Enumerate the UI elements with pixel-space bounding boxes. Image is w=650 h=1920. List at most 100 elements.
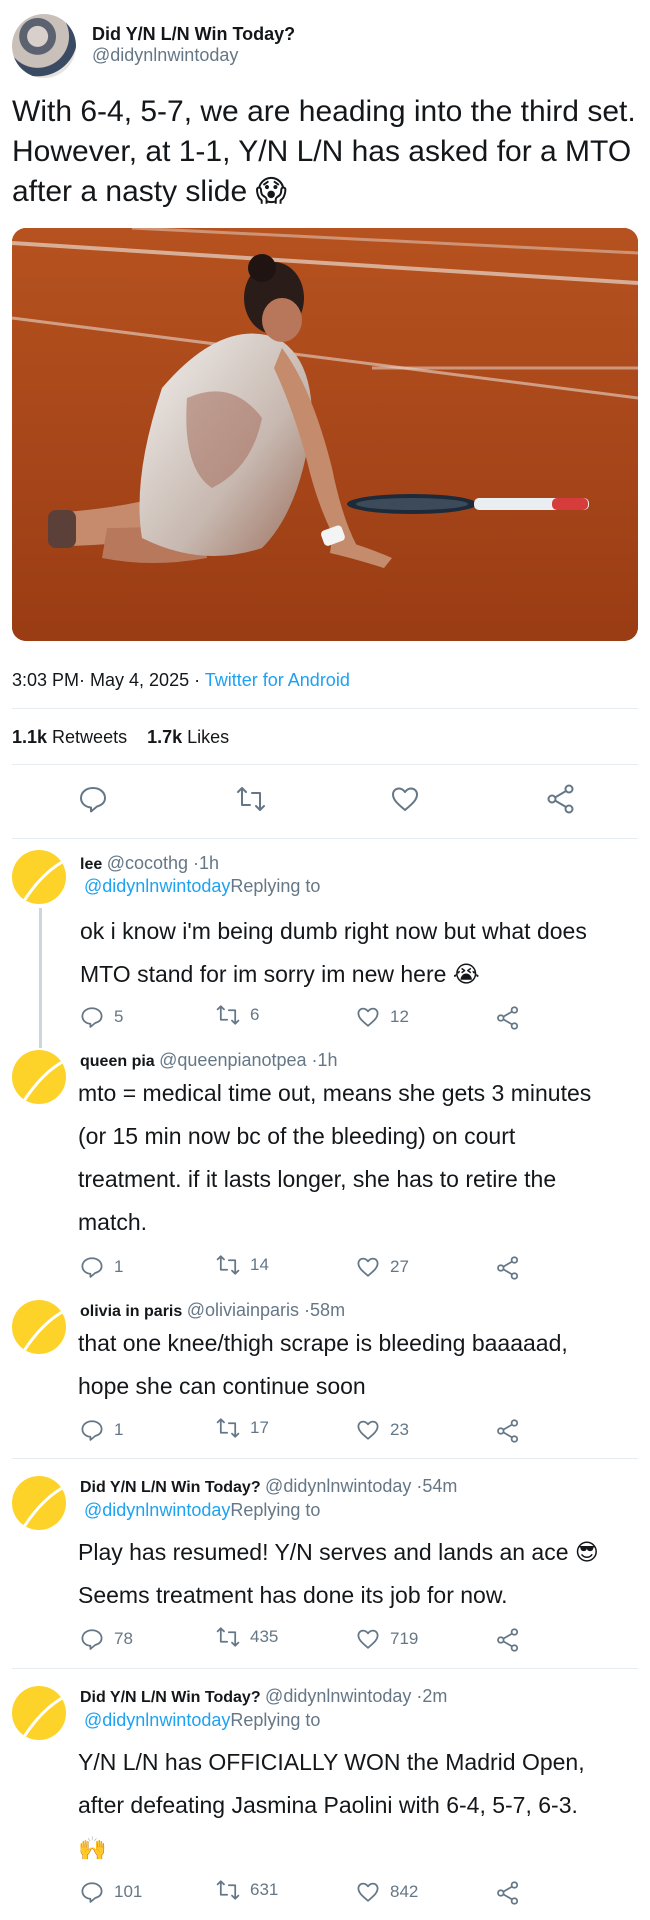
comment-icon: [81, 1257, 103, 1278]
heart-icon: [357, 1420, 379, 1440]
reply-author-handle[interactable]: @queenpianotpea: [159, 1050, 306, 1070]
comment-count: 101: [114, 1882, 143, 1901]
reply-author-name[interactable]: lee: [80, 856, 102, 873]
retweet-button[interactable]: [236, 784, 266, 814]
likes-label[interactable]: Likes: [182, 727, 229, 747]
divider: [12, 1668, 638, 1669]
reply-avatar[interactable]: [12, 1686, 66, 1740]
author-name[interactable]: Did Y/N L/N Win Today?: [92, 24, 295, 45]
divider: [12, 1458, 638, 1459]
replying-to-handle[interactable]: @didynlnwintoday: [84, 876, 230, 896]
comment-count: 78: [114, 1629, 133, 1648]
retweet-icon: [237, 787, 265, 811]
reply-text-line: that one knee/thigh scrape is bleeding b…: [78, 1330, 568, 1356]
reply-avatar[interactable]: [12, 1300, 66, 1354]
share-icon: [497, 1006, 519, 1030]
share-icon: [497, 1881, 519, 1905]
replying-to: @didynlnwintodayReplying to: [84, 876, 320, 897]
reply-retweet-button[interactable]: 17: [216, 1416, 269, 1440]
reply-text-line: (or 15 min now bc of the bleeding) on co…: [78, 1123, 516, 1149]
reply-comment-button[interactable]: 5: [80, 1005, 123, 1029]
reply-author-handle[interactable]: @cocothg: [107, 853, 188, 873]
reply-text-line: after defeating Jasmina Paolini with 6-4…: [78, 1792, 578, 1818]
like-count: 23: [390, 1420, 409, 1439]
replying-to: @didynlnwintodayReplying to: [84, 1710, 320, 1731]
reply-author-handle[interactable]: @didynlnwintoday: [265, 1476, 411, 1496]
reply-button[interactable]: [78, 784, 108, 814]
reply-retweet-button[interactable]: 631: [216, 1878, 278, 1902]
retweet-icon: [216, 1255, 240, 1275]
like-count: 27: [390, 1257, 409, 1276]
author-handle[interactable]: @didynlnwintoday: [92, 45, 238, 66]
reply-retweet-button[interactable]: 6: [216, 1003, 259, 1027]
tennis-ball-icon: [20, 1308, 66, 1354]
reply-like-button[interactable]: 719: [356, 1627, 418, 1651]
replying-to-handle[interactable]: @didynlnwintoday: [84, 1710, 230, 1730]
reply-author-name[interactable]: Did Y/N L/N Win Today?: [80, 1689, 261, 1706]
reply-avatar[interactable]: [12, 850, 66, 904]
comment-icon: [81, 1882, 103, 1903]
like-count: 719: [390, 1629, 419, 1648]
retweet-count: 6: [250, 1005, 260, 1024]
reply-time: ·2m: [411, 1686, 448, 1706]
heart-icon: [357, 1882, 379, 1902]
tweet-photo[interactable]: [12, 228, 638, 641]
reply-comment-button[interactable]: 1: [80, 1418, 123, 1442]
reply-author-name[interactable]: Did Y/N L/N Win Today?: [80, 1479, 261, 1496]
share-icon: [497, 1256, 519, 1280]
reply-comment-button[interactable]: 1: [80, 1255, 123, 1279]
reply-share-button[interactable]: [496, 1881, 520, 1905]
retweets-label[interactable]: Retweets: [47, 727, 127, 747]
reply-time: ·1h: [306, 1050, 338, 1070]
reply-share-button[interactable]: [496, 1628, 520, 1652]
reply-header: lee @cocothg ·1h: [80, 853, 219, 874]
reply-author-handle[interactable]: @didynlnwintoday: [265, 1686, 411, 1706]
reply-like-button[interactable]: 12: [356, 1005, 409, 1029]
reply-comment-button[interactable]: 101: [80, 1880, 142, 1904]
reply-header: olivia in paris @oliviainparis ·58m: [80, 1300, 345, 1321]
comment-icon: [80, 787, 106, 813]
tweet-text: With 6-4, 5-7, we are heading into the t…: [12, 95, 636, 208]
author-avatar[interactable]: [12, 14, 76, 78]
divider: [12, 764, 638, 765]
reply-share-button[interactable]: [496, 1256, 520, 1280]
reply-author-name[interactable]: queen pia: [80, 1053, 155, 1070]
comment-icon: [81, 1420, 103, 1441]
reply-text-line: hope she can continue soon: [78, 1373, 366, 1399]
reply-share-button[interactable]: [496, 1006, 520, 1030]
heart-icon: [357, 1007, 379, 1027]
reply-comment-button[interactable]: 78: [80, 1627, 133, 1651]
tweet-source-link[interactable]: Twitter for Android: [205, 670, 350, 690]
reply-author-name[interactable]: olivia in paris: [80, 1303, 182, 1320]
reply-text-line: mto = medical time out, means she gets 3…: [78, 1080, 592, 1106]
reply-share-button[interactable]: [496, 1419, 520, 1443]
reply-header: Did Y/N L/N Win Today? @didynlnwintoday …: [80, 1476, 457, 1497]
reply-text-line: MTO stand for im sorry im new here 😭: [80, 961, 480, 987]
retweet-icon: [216, 1627, 240, 1647]
reply-text-line: 🙌: [78, 1835, 107, 1861]
reply-like-button[interactable]: 23: [356, 1418, 409, 1442]
reply-avatar[interactable]: [12, 1476, 66, 1530]
likes-count[interactable]: 1.7k: [147, 727, 182, 747]
replying-to-label: Replying to: [230, 1500, 321, 1520]
reply-like-button[interactable]: 842: [356, 1880, 418, 1904]
reply-time: ·54m: [411, 1476, 458, 1496]
reply-avatar[interactable]: [12, 1050, 66, 1104]
reply-text-line: Y/N L/N has OFFICIALLY WON the Madrid Op…: [78, 1749, 585, 1775]
replying-to-handle[interactable]: @didynlnwintoday: [84, 1500, 230, 1520]
share-button[interactable]: [546, 784, 576, 814]
retweet-icon: [216, 1005, 240, 1025]
like-button[interactable]: [390, 784, 420, 814]
comment-count: 5: [114, 1007, 124, 1026]
retweets-count[interactable]: 1.1k: [12, 727, 47, 747]
reply-retweet-button[interactable]: 435: [216, 1625, 278, 1649]
reply-author-handle[interactable]: @oliviainparis: [187, 1300, 299, 1320]
replying-to: @didynlnwintodayReplying to: [84, 1500, 320, 1521]
comment-icon: [81, 1007, 103, 1028]
tennis-ball-icon: [20, 858, 66, 904]
reply-time: ·1h: [188, 853, 220, 873]
reply-like-button[interactable]: 27: [356, 1255, 409, 1279]
replying-to-label: Replying to: [230, 1710, 321, 1730]
retweet-icon: [216, 1418, 240, 1438]
reply-retweet-button[interactable]: 14: [216, 1253, 269, 1277]
